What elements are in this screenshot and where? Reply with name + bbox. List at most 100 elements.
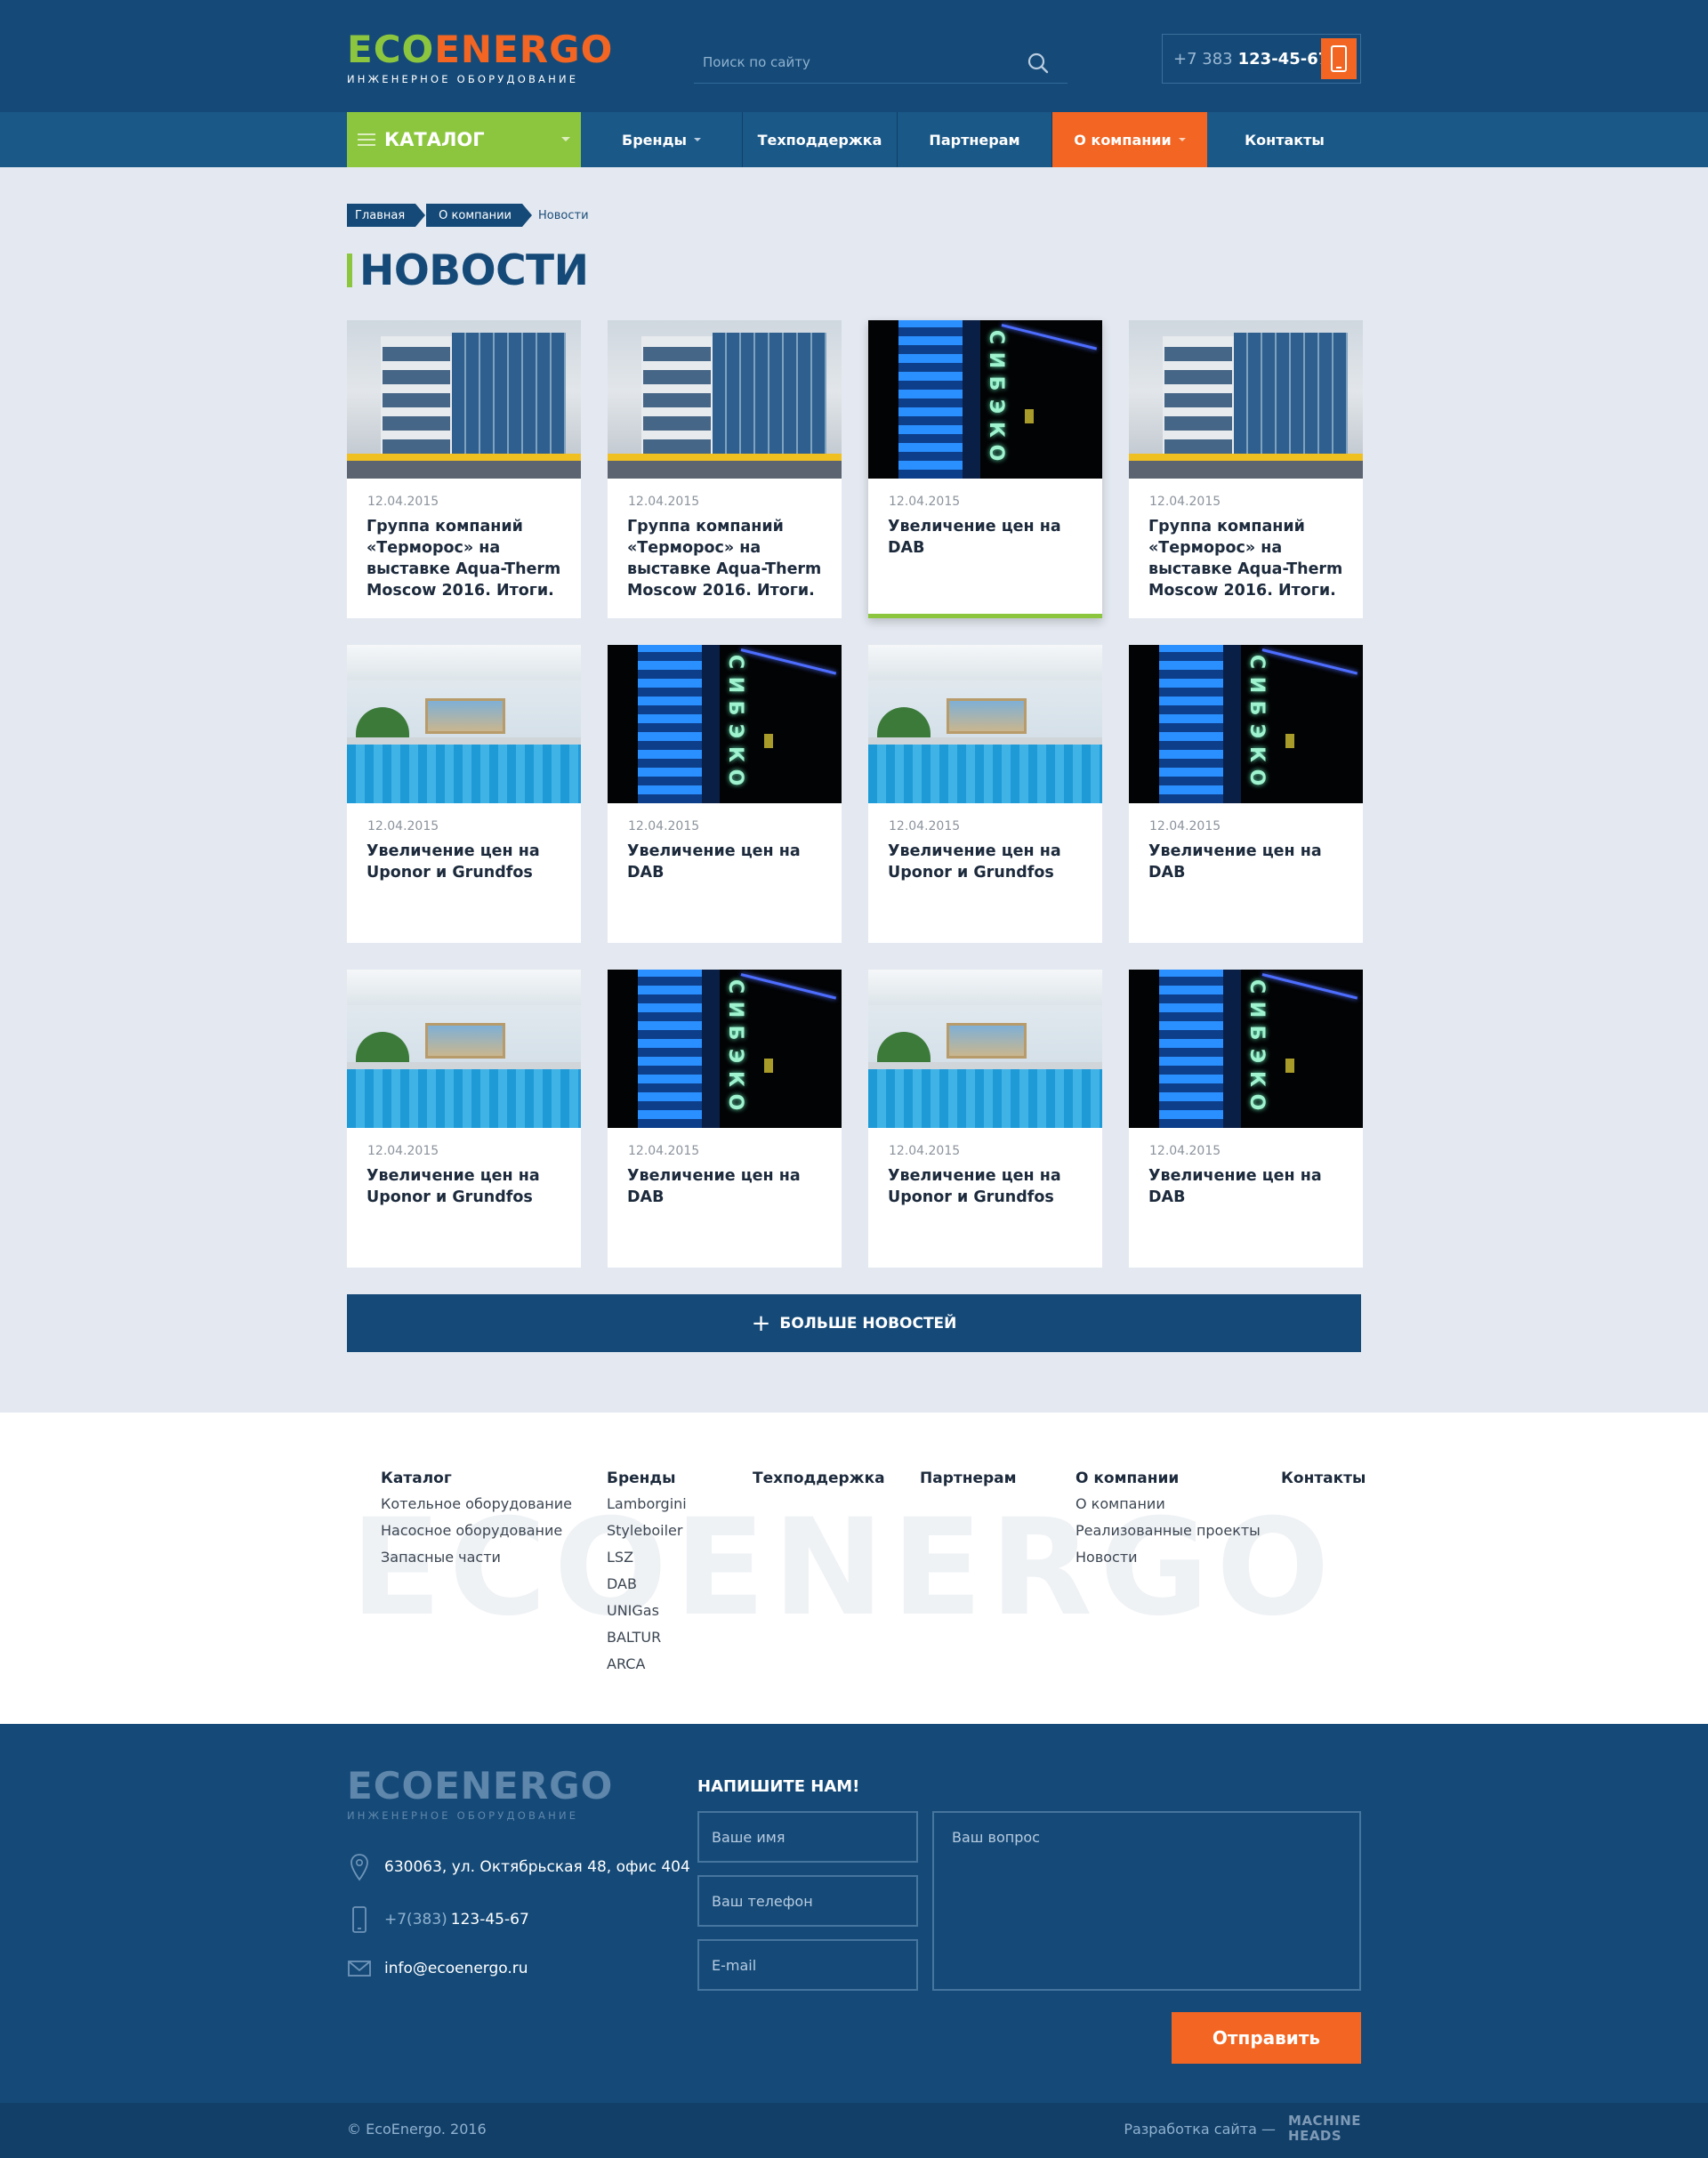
footer-link[interactable]: Styleboiler xyxy=(607,1518,687,1544)
news-title[interactable]: Увеличение цен на DAB xyxy=(627,1165,827,1208)
news-card[interactable]: 12.04.2015 Группа компаний «Терморос» на … xyxy=(347,320,581,618)
search-icon[interactable] xyxy=(1027,52,1050,75)
footer-heading[interactable]: Техподдержка xyxy=(753,1470,885,1487)
phone-icon[interactable] xyxy=(1321,38,1357,79)
nav-item-about[interactable]: О компании xyxy=(1052,112,1207,167)
footer-logo-subtitle: ИНЖЕНЕРНОЕ ОБОРУДОВАНИЕ xyxy=(347,1809,579,1822)
breadcrumb-about[interactable]: О компании xyxy=(426,204,532,227)
site-logo[interactable]: ECOENERGO ИНЖЕНЕРНОЕ ОБОРУДОВАНИЕ xyxy=(347,28,614,86)
news-date: 12.04.2015 xyxy=(889,819,961,833)
pool-photo[interactable] xyxy=(868,970,1102,1128)
building-glass xyxy=(452,333,566,457)
breadcrumb-home[interactable]: Главная xyxy=(347,204,426,227)
pool-photo[interactable] xyxy=(347,645,581,803)
footer-phone[interactable]: +7(383) 123-45-67 xyxy=(347,1904,529,1935)
tower-photo[interactable]: СИБЭКО xyxy=(868,320,1102,479)
nav-item-support[interactable]: Техподдержка xyxy=(743,112,898,167)
news-title[interactable]: Увеличение цен на DAB xyxy=(1148,1165,1349,1208)
building-photo[interactable] xyxy=(608,320,842,479)
tower-photo[interactable]: СИБЭКО xyxy=(1129,970,1363,1128)
building-photo[interactable] xyxy=(1129,320,1363,479)
news-title[interactable]: Увеличение цен на Uponor и Grundfos xyxy=(367,1165,567,1208)
news-title[interactable]: Группа компаний «Терморос» на выставке A… xyxy=(1148,516,1349,601)
email-field[interactable] xyxy=(697,1939,918,1991)
footer-heading[interactable]: Каталог xyxy=(381,1470,572,1487)
news-title[interactable]: Увеличение цен на DAB xyxy=(888,516,1088,559)
tower-photo[interactable]: СИБЭКО xyxy=(608,970,842,1128)
news-card[interactable]: 12.04.2015 Увеличение цен на Uponor и Gru… xyxy=(868,970,1102,1268)
footer-heading[interactable]: Партнерам xyxy=(920,1470,1017,1487)
more-news-button[interactable]: + БОЛЬШЕ НОВОСТЕЙ xyxy=(347,1294,1361,1352)
nav-item-contacts[interactable]: Контакты xyxy=(1207,112,1362,167)
submit-button[interactable]: Отправить xyxy=(1172,2012,1361,2064)
news-title[interactable]: Увеличение цен на Uponor и Grundfos xyxy=(888,841,1088,883)
tower-window xyxy=(1285,1059,1294,1073)
footer-link[interactable]: Котельное оборудование xyxy=(381,1491,572,1518)
nav-item-label: Техподдержка xyxy=(757,131,882,149)
news-title[interactable]: Увеличение цен на DAB xyxy=(1148,841,1349,883)
developer-label: Разработка сайта — xyxy=(1124,2120,1277,2138)
footer-link[interactable]: О компании xyxy=(1076,1491,1261,1518)
footer-heading[interactable]: Контакты xyxy=(1281,1470,1366,1487)
footer-link[interactable]: UNIGas xyxy=(607,1598,687,1624)
footer-link[interactable]: Запасные части xyxy=(381,1544,572,1571)
tower-side xyxy=(963,320,980,479)
phone-field[interactable] xyxy=(697,1875,918,1927)
news-title[interactable]: Увеличение цен на Uponor и Grundfos xyxy=(367,841,567,883)
question-field[interactable] xyxy=(932,1811,1361,1991)
building-photo[interactable] xyxy=(347,320,581,479)
name-field[interactable] xyxy=(697,1811,918,1863)
news-card[interactable]: 12.04.2015 Группа компаний «Терморос» на … xyxy=(608,320,842,618)
logo-energo: ENERGO xyxy=(434,28,614,71)
developer-logo-line: HEADS xyxy=(1288,2128,1342,2144)
address-text: 630063, ул. Октябрьская 48, офис 404 xyxy=(384,1858,690,1876)
news-card[interactable]: С И Б Э К О 12.04.2015 Увеличение цен на DAB xyxy=(608,645,842,943)
developer-logo[interactable]: MACHINE HEADS xyxy=(1288,2114,1361,2144)
tower-photo[interactable]: СИБЭКО xyxy=(1129,645,1363,803)
header-phone[interactable]: +7 383 123-45-67 xyxy=(1162,34,1361,84)
tower-light-beam xyxy=(740,648,837,675)
footer-link[interactable]: Реализованные проекты xyxy=(1076,1518,1261,1544)
nav-item-brands[interactable]: Бренды xyxy=(581,112,743,167)
pool-photo[interactable] xyxy=(347,970,581,1128)
building-sign-strip xyxy=(347,454,581,461)
catalog-button[interactable]: КАТАЛОГ xyxy=(347,112,581,167)
footer-heading[interactable]: Бренды xyxy=(607,1470,687,1487)
news-date: 12.04.2015 xyxy=(1149,819,1221,833)
news-card[interactable]: С И Б Э К О 12.04.2015 Увеличение цен на DAB xyxy=(1129,645,1363,943)
news-card[interactable]: 12.04.2015 Увеличение цен на Uponor и Gru… xyxy=(347,645,581,943)
news-card[interactable]: С И Б Э К О 12.04.2015 Увеличение цен на DAB xyxy=(868,320,1102,618)
news-title[interactable]: Группа компаний «Терморос» на выставке A… xyxy=(627,516,827,601)
tower-light-beam xyxy=(1261,648,1358,675)
building-ground xyxy=(347,461,581,479)
news-card[interactable]: 12.04.2015 Увеличение цен на Uponor и Gru… xyxy=(347,970,581,1268)
news-title[interactable]: Увеличение цен на Uponor и Grundfos xyxy=(888,1165,1088,1208)
footer-email[interactable]: info@ecoenergo.ru xyxy=(347,1953,528,1984)
footer-link[interactable]: Новости xyxy=(1076,1544,1261,1571)
footer-logo[interactable]: ECOENERGO ИНЖЕНЕРНОЕ ОБОРУДОВАНИЕ xyxy=(347,1765,613,1823)
footer-link[interactable]: BALTUR xyxy=(607,1624,687,1651)
footer-link[interactable]: LSZ xyxy=(607,1544,687,1571)
search-input[interactable] xyxy=(694,53,1023,70)
page-title-text: НОВОСТИ xyxy=(359,246,589,295)
news-card[interactable]: С И Б Э К О 12.04.2015 Увеличение цен на DAB xyxy=(608,970,842,1268)
building-glass xyxy=(1234,333,1348,457)
news-title[interactable]: Группа компаний «Терморос» на выставке A… xyxy=(367,516,567,601)
footer-link[interactable]: DAB xyxy=(607,1571,687,1598)
tower-photo[interactable]: СИБЭКО xyxy=(608,645,842,803)
news-title[interactable]: Увеличение цен на DAB xyxy=(627,841,827,883)
footer-link[interactable]: Насосное оборудование xyxy=(381,1518,572,1544)
tower-window xyxy=(1025,409,1034,423)
nav-item-partners[interactable]: Партнерам xyxy=(898,112,1052,167)
pool-plants xyxy=(877,1032,931,1064)
building-sign-strip xyxy=(608,454,842,461)
page-title: НОВОСТИ xyxy=(347,246,589,295)
footer-link[interactable]: ARCA xyxy=(607,1651,687,1678)
footer-link[interactable]: Lamborgini xyxy=(607,1491,687,1518)
news-card[interactable]: С И Б Э К О 12.04.2015 Увеличение цен на DAB xyxy=(1129,970,1363,1268)
location-pin-icon xyxy=(347,1852,372,1882)
news-card[interactable]: 12.04.2015 Группа компаний «Терморос» на … xyxy=(1129,320,1363,618)
news-card[interactable]: 12.04.2015 Увеличение цен на Uponor и Gru… xyxy=(868,645,1102,943)
pool-photo[interactable] xyxy=(868,645,1102,803)
footer-heading[interactable]: О компании xyxy=(1076,1470,1261,1487)
